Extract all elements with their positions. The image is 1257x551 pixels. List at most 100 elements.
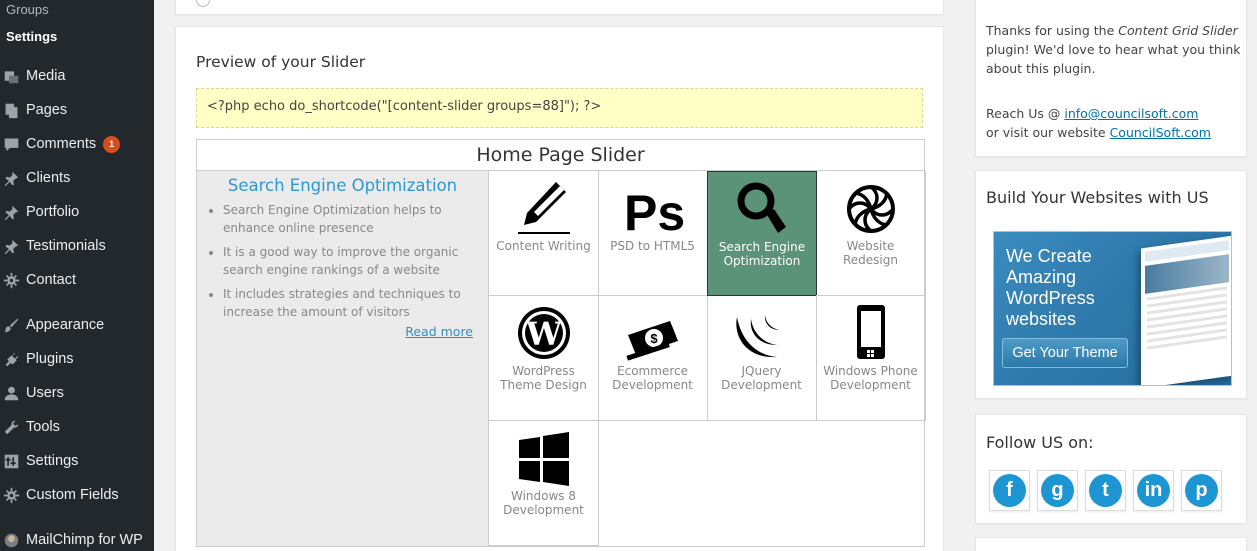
wrench-icon [0, 419, 26, 436]
thanks-line: Thanks for using the [986, 23, 1119, 38]
jquery-icon [707, 299, 816, 361]
pinterest-button[interactable]: p [1181, 470, 1222, 511]
tile-ecommerce-development[interactable]: $ Ecommerce Development [598, 296, 708, 421]
sidebar-item-label: Clients [26, 170, 71, 186]
pin-icon [0, 204, 26, 221]
linkedin-button[interactable]: in [1133, 470, 1174, 511]
sidebar-item-testimonials[interactable]: Testimonials [0, 231, 154, 261]
settings-icon [0, 453, 26, 470]
preview-panel: Preview of your Slider <?php echo do_sho… [175, 26, 944, 551]
build-websites-panel: Build Your Websites with US We Create Am… [975, 170, 1247, 399]
mailchimp-icon [0, 532, 26, 549]
tile-psd-to-html5[interactable]: Ps PSD to HTML5 [598, 171, 708, 296]
plugin-name: Content Grid Slider [1118, 23, 1238, 38]
sidebar-item-settings[interactable]: Settings [0, 446, 154, 476]
panel-title: Follow US on: [986, 433, 1094, 452]
tile-label: JQuery Development [721, 364, 802, 392]
thanks-panel: Thanks for using the Content Grid Slider… [975, 0, 1247, 157]
radio-option[interactable] [196, 0, 210, 7]
sidebar-item-label: Media [26, 68, 66, 84]
linkedin-icon: in [1137, 474, 1170, 507]
sidebar-item-label: Settings [26, 453, 79, 469]
google-plus-icon: g [1041, 474, 1074, 507]
list-item: Search Engine Optimization helps to enha… [223, 201, 474, 237]
wordpress-icon: W [489, 299, 598, 361]
money-icon: $ [598, 299, 707, 361]
visit-label: or visit our website [986, 125, 1110, 140]
sidebar-item-label: Plugins [26, 351, 74, 367]
gear-icon [0, 487, 26, 504]
tile-label: WordPress Theme Design [500, 364, 587, 392]
sidebar-item-plugins[interactable]: Plugins [0, 344, 154, 374]
tile-jquery-development[interactable]: JQuery Development [707, 296, 817, 421]
submenu-settings[interactable]: Settings [0, 29, 154, 44]
admin-sidebar: Groups Settings Media Pages Comments 1 C… [0, 0, 154, 551]
brush-icon [0, 317, 26, 334]
sidebar-item-label: Custom Fields [26, 487, 119, 503]
sidebar-item-label: Contact [26, 272, 76, 288]
sidebar-item-label: Comments [26, 136, 97, 152]
reach-label: Reach Us @ [986, 106, 1065, 121]
pencil-icon [489, 174, 598, 236]
slide-heading: Search Engine Optimization [227, 176, 458, 195]
svg-text:$: $ [650, 331, 658, 346]
tile-windows-8-development[interactable]: Windows 8 Development [489, 421, 599, 546]
google-plus-button[interactable]: g [1037, 470, 1078, 511]
pin-icon [0, 170, 26, 187]
twitter-icon: t [1089, 474, 1122, 507]
user-icon [0, 385, 26, 402]
options-panel [175, 0, 944, 15]
sidebar-item-appearance[interactable]: Appearance [0, 310, 154, 340]
read-more-link[interactable]: Read more [405, 324, 473, 339]
svg-text:Ps: Ps [624, 185, 684, 236]
next-panel [975, 537, 1247, 551]
sidebar-item-users[interactable]: Users [0, 378, 154, 408]
website-link[interactable]: CouncilSoft.com [1110, 125, 1211, 140]
windows-phone-icon [816, 299, 925, 361]
plug-icon [0, 351, 26, 368]
tile-label: Windows Phone Development [823, 364, 918, 392]
social-links: f g t in p [989, 470, 1229, 511]
sidebar-item-label: MailChimp for WP [26, 532, 143, 548]
sidebar-item-custom-fields[interactable]: Custom Fields [0, 480, 154, 510]
windows-icon [489, 424, 598, 486]
submenu-groups[interactable]: Groups [0, 2, 154, 17]
sidebar-item-label: Portfolio [26, 204, 80, 220]
gear-icon [0, 272, 26, 289]
media-icon [0, 68, 26, 85]
facebook-button[interactable]: f [989, 470, 1030, 511]
comments-count-badge: 1 [103, 135, 121, 153]
tile-website-redesign[interactable]: Website Redesign [816, 171, 926, 296]
sidebar-item-clients[interactable]: Clients [0, 163, 154, 193]
sidebar-item-label: Tools [26, 419, 60, 435]
sidebar-item-contact[interactable]: Contact [0, 265, 154, 295]
twitter-button[interactable]: t [1085, 470, 1126, 511]
sidebar-item-media[interactable]: Media [0, 61, 154, 91]
photoshop-icon: Ps [598, 174, 707, 236]
panel-title: Build Your Websites with US [986, 188, 1209, 207]
list-item: It includes strategies and techniques to… [223, 285, 474, 321]
banner-text: We Create Amazing WordPress websites [1006, 246, 1095, 329]
email-link[interactable]: info@councilsoft.com [1064, 106, 1198, 121]
sidebar-item-comments[interactable]: Comments 1 [0, 129, 154, 159]
theme-banner[interactable]: We Create Amazing WordPress websites Get… [993, 231, 1232, 386]
sidebar-item-label: Testimonials [26, 238, 106, 254]
follow-panel: Follow US on: f g t in p [975, 414, 1247, 524]
facebook-icon: f [993, 474, 1026, 507]
slider-tiles: Content Writing Ps PSD to HTML5 Search E… [489, 171, 926, 546]
tile-seo[interactable]: Search Engine Optimization [707, 171, 817, 296]
tile-label: PSD to HTML5 [610, 239, 695, 253]
get-theme-button[interactable]: Get Your Theme [1002, 338, 1128, 368]
sidebar-item-tools[interactable]: Tools [0, 412, 154, 442]
tile-wordpress-theme-design[interactable]: W WordPress Theme Design [489, 296, 599, 421]
sidebar-item-pages[interactable]: Pages [0, 95, 154, 125]
sidebar-item-portfolio[interactable]: Portfolio [0, 197, 154, 227]
shortcode-box[interactable]: <?php echo do_shortcode("[content-slider… [196, 88, 923, 128]
tile-content-writing[interactable]: Content Writing [489, 171, 599, 296]
content-slider: Home Page Slider Search Engine Optimizat… [196, 139, 926, 547]
tile-windows-phone-development[interactable]: Windows Phone Development [816, 296, 926, 421]
aperture-icon [816, 174, 925, 236]
magnifier-icon [708, 175, 816, 237]
tile-label: Search Engine Optimization [718, 240, 806, 268]
sidebar-item-mailchimp[interactable]: MailChimp for WP [0, 525, 154, 551]
